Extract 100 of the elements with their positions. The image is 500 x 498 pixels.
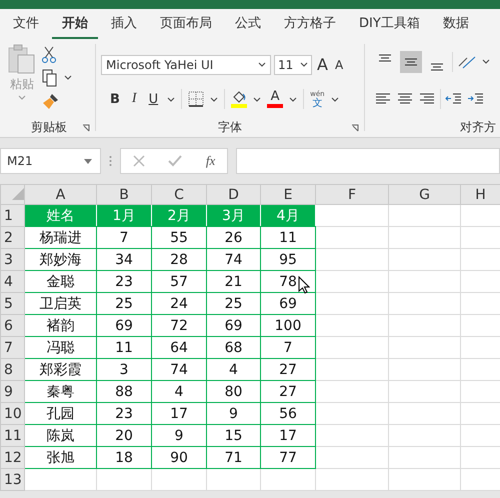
table-cell: 88 [96,380,152,402]
increase-indent-icon[interactable] [467,92,485,106]
ribbon-tab[interactable]: 数据 [432,10,479,39]
table-cell: 9 [206,402,260,424]
insert-function-button[interactable]: fx [206,153,216,169]
ribbon-tab[interactable]: 公式 [225,10,271,39]
row-header[interactable]: 12 [0,446,24,468]
fill-color-bar [231,104,248,108]
copy-icon[interactable] [42,69,72,87]
row-header[interactable]: 2 [0,226,24,248]
row-header[interactable]: 9 [0,380,24,402]
grow-font-button[interactable]: A [315,55,330,74]
vertical-align-button[interactable] [400,51,422,74]
row-header[interactable]: 8 [0,358,24,380]
row-header[interactable]: 11 [0,424,24,446]
table-cell: 57 [152,270,206,292]
table-cell: 金聪 [24,270,96,292]
row-header[interactable]: 13 [0,468,24,490]
column-header[interactable]: H [460,184,500,204]
group-label: 字体 [218,118,242,136]
row-header[interactable]: 4 [0,270,24,292]
orientation-icon[interactable] [457,54,491,70]
lines-icon [379,54,391,62]
shrink-font-button[interactable]: A [332,58,346,72]
caret-icon[interactable] [289,96,298,102]
align-icon[interactable] [374,92,392,106]
row-header[interactable]: 10 [0,402,24,424]
checkmark-icon[interactable] [168,155,182,167]
caret-icon[interactable] [330,96,339,102]
header-cell: 3月 [206,204,260,226]
table-cell: 15 [206,424,260,446]
name-box[interactable]: M21 [0,148,101,174]
column-header[interactable]: E [260,184,316,204]
table-cell: 77 [260,446,316,468]
ribbon-tab[interactable]: 文件 [3,10,49,39]
table-cell: 24 [152,292,206,314]
dialog-launcher-icon[interactable] [82,124,90,132]
header-cell: 2月 [152,204,206,226]
table-cell: 72 [152,314,206,336]
row-header[interactable]: 1 [0,204,24,226]
table-cell: 71 [206,446,260,468]
formula-input[interactable] [236,148,500,174]
table-cell: 25 [96,292,152,314]
table-cell: 11 [260,226,316,248]
font-color-glyph[interactable]: A [270,90,280,104]
column-header[interactable]: C [152,184,206,204]
group-label: 对齐方 [460,118,496,136]
brush-icon[interactable] [42,92,60,110]
table-cell: 7 [96,226,152,248]
font-size-field[interactable]: 11 [274,54,312,75]
mouse-pointer-icon [298,276,310,294]
column-header[interactable]: G [388,184,460,204]
decrease-indent-icon[interactable] [445,92,463,106]
table-cell: 7 [260,336,316,358]
caret-icon[interactable] [300,62,308,68]
table-cell: 17 [152,402,206,424]
table-cell: 23 [96,270,152,292]
table-cell: 20 [96,424,152,446]
borders-icon[interactable] [188,91,204,108]
header-cell: 1月 [96,204,152,226]
row-header[interactable]: 3 [0,248,24,270]
column-header[interactable]: D [206,184,260,204]
table-cell: 孔园 [24,402,96,424]
ribbon-tab[interactable]: 方方格子 [274,10,346,39]
ribbon-tab[interactable]: 插入 [101,10,147,39]
table-cell: 17 [260,424,316,446]
grip-icon [109,155,112,167]
font-name-field[interactable]: Microsoft YaHei UI [101,54,271,75]
align-icon[interactable] [396,92,414,106]
column-header[interactable]: F [316,184,388,204]
column-header[interactable]: A [24,184,96,204]
table-cell: 56 [260,402,316,424]
table-cell: 陈岚 [24,424,96,446]
table-cell: 杨瑞进 [24,226,96,248]
ribbon-tab[interactable]: 页面布局 [150,10,222,39]
row-header[interactable]: 5 [0,292,24,314]
row-header[interactable]: 6 [0,314,24,336]
dialog-launcher-icon[interactable] [351,124,359,132]
table-cell: 21 [206,270,260,292]
table-cell: 张旭 [24,446,96,468]
font-style-button[interactable]: U [146,92,162,107]
font-style-button[interactable]: B [107,92,123,107]
table-cell: 郑妙海 [24,248,96,270]
table-cell: 23 [96,402,152,424]
align-icon[interactable] [418,92,436,106]
scissors-icon[interactable] [42,46,56,64]
table-cell: 冯聪 [24,336,96,358]
caret-icon[interactable] [167,96,176,102]
phonetic-char[interactable]: 文 [312,99,322,110]
table-cell: 55 [152,226,206,248]
font-style-button[interactable]: I [128,91,140,108]
table-cell: 69 [260,292,316,314]
caret-icon[interactable] [253,96,262,102]
ribbon-tab[interactable]: DIY工具箱 [349,10,430,39]
caret-icon[interactable] [258,62,266,68]
fill-bucket-icon[interactable] [231,90,248,103]
column-header[interactable]: B [96,184,152,204]
clipboard-icon[interactable] [8,44,36,74]
row-header[interactable]: 7 [0,336,24,358]
caret-icon[interactable] [210,96,218,102]
